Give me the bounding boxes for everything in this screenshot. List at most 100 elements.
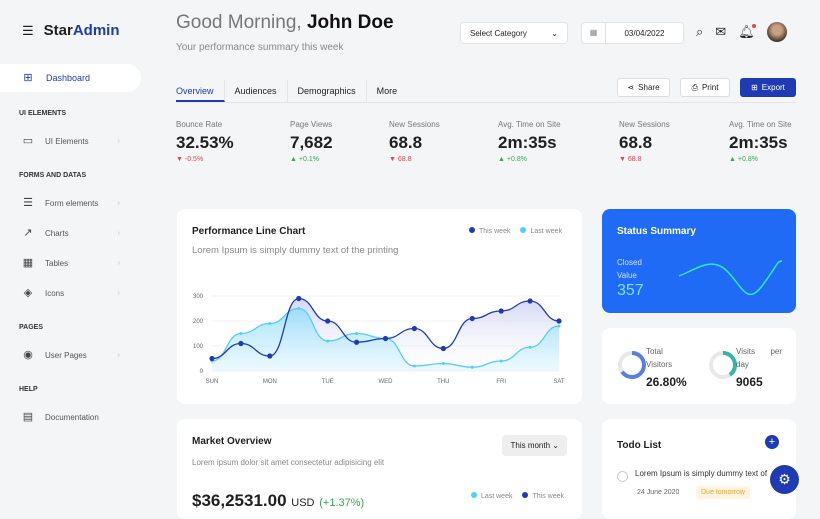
- subtitle: Your performance summary this week: [176, 42, 344, 53]
- tab-overview[interactable]: Overview: [176, 80, 225, 102]
- chevron-right-icon: ›: [117, 289, 120, 297]
- chevron-right-icon: ›: [117, 259, 120, 267]
- date-value: 03/04/2022: [624, 28, 665, 38]
- gear-icon: ⚙: [778, 471, 791, 487]
- share-button[interactable]: ⋖ Share: [617, 78, 670, 97]
- label: UI Elements: [45, 136, 89, 146]
- label: Documentation: [45, 412, 99, 422]
- stat-delta: ▼ 68.8: [389, 156, 412, 163]
- arrow-up-icon: ▲: [729, 156, 736, 163]
- x-tick-label: FRI: [496, 379, 506, 385]
- settings-fab[interactable]: ⚙: [770, 465, 799, 494]
- stat-delta: ▼ 68.8: [619, 156, 642, 163]
- logo[interactable]: StarAdmin: [44, 22, 120, 39]
- bell-icon[interactable]: 🔔︎: [738, 24, 756, 40]
- data-point: [527, 298, 533, 304]
- sparkline: [678, 260, 783, 296]
- chevron-right-icon: ›: [117, 229, 120, 237]
- sidebar-item-dashboard[interactable]: ⊞ Dashboard: [0, 64, 141, 92]
- card-title: Market Overview: [192, 436, 272, 447]
- x-tick-label: THU: [437, 379, 449, 385]
- document-icon: ▤: [22, 411, 34, 423]
- avatar[interactable]: [766, 22, 787, 42]
- stat-label: New Sessions: [389, 120, 440, 129]
- stats-row: Bounce Rate 32.53% ▼ -0.5% Page Views 7,682 ▲…: [176, 120, 796, 170]
- y-tick-label: 0: [200, 369, 204, 375]
- label: Tables: [45, 258, 69, 268]
- arrow-down-icon: ▼: [619, 156, 626, 163]
- stat-value: 68.8: [619, 133, 653, 152]
- sidebar-item-form-elements[interactable]: ☰ Form elements ›: [22, 197, 120, 209]
- print-button[interactable]: ⎙ Print: [680, 78, 730, 97]
- data-point: [382, 335, 389, 342]
- data-point: [557, 324, 561, 328]
- todo-checkbox[interactable]: [617, 471, 628, 482]
- data-point: [499, 359, 503, 363]
- tab-more[interactable]: More: [367, 80, 408, 102]
- x-tick-label: WED: [379, 379, 394, 385]
- arrow-down-icon: ▼: [389, 156, 396, 163]
- stat-item: New Sessions 68.8 ▼ 68.8: [389, 120, 440, 163]
- data-point: [441, 362, 445, 365]
- sidebar-item-icons[interactable]: ◈ Icons ›: [22, 287, 120, 299]
- period-dropdown[interactable]: This month ⌄: [502, 435, 567, 456]
- sidebar-item-user-pages[interactable]: ◉ User Pages ›: [22, 349, 120, 361]
- date-picker[interactable]: ▦ 03/04/2022: [581, 22, 684, 44]
- category-select[interactable]: Select Category ⌄: [460, 22, 568, 44]
- sidebar-item-documentation[interactable]: ▤ Documentation: [22, 411, 120, 423]
- status-summary-card: Status Summary Closed Value 357: [602, 209, 796, 313]
- stat-label: Avg. Time on Site: [498, 120, 561, 129]
- card-title: Status Summary: [617, 226, 696, 237]
- y-tick-label: 200: [193, 319, 204, 325]
- x-tick-label: SAT: [553, 379, 565, 385]
- market-legend: Last week This week: [470, 492, 564, 500]
- stat-item: Avg. Time on Site 2m:35s ▲ +0.8%: [498, 120, 561, 163]
- label: Dashboard: [46, 73, 91, 83]
- data-point: [268, 322, 272, 325]
- visits-per-day-value: 9065: [736, 375, 763, 389]
- sidebar: ☰ StarAdmin ⊞ Dashboard UI ELEMENTS ▭ UI El…: [0, 0, 160, 513]
- data-point: [297, 307, 301, 310]
- tab-demographics[interactable]: Demographics: [288, 80, 367, 102]
- brand: ☰ StarAdmin: [22, 22, 120, 39]
- stat-value: 7,682: [290, 133, 333, 152]
- user-icon: ◉: [23, 349, 33, 361]
- x-tick-label: TUE: [322, 379, 334, 385]
- data-point: [528, 345, 532, 349]
- stat-delta: ▼ -0.5%: [176, 156, 204, 163]
- data-point: [326, 339, 330, 343]
- visits-per-day-ring: [709, 351, 737, 379]
- stat-value: 68.8: [389, 133, 423, 152]
- list-icon: ☰: [23, 197, 33, 209]
- data-point: [296, 295, 302, 302]
- mail-icon[interactable]: ✉: [715, 24, 726, 40]
- total-visitors-value: 26.80%: [646, 375, 687, 389]
- todo-card: Todo List + Lorem Ipsum is simply dummy …: [602, 419, 796, 519]
- search-icon[interactable]: ⌕: [696, 24, 703, 40]
- menu-icon[interactable]: ☰: [22, 23, 34, 39]
- label: Icons: [45, 288, 65, 298]
- stat-delta: ▲ +0.1%: [290, 156, 319, 163]
- sidebar-item-ui-elements[interactable]: ▭ UI Elements ›: [22, 135, 120, 147]
- section-label: HELP: [19, 386, 38, 393]
- stat-item: Avg. Time on Site 2m:35s ▲ +0.8%: [729, 120, 792, 163]
- total-visitors-label: Total Visitors: [646, 347, 673, 369]
- y-tick-label: 300: [193, 294, 204, 300]
- arrow-down-icon: ▼: [176, 156, 183, 163]
- export-button[interactable]: ⊞ Export: [740, 78, 796, 97]
- section-label: UI ELEMENTS: [19, 110, 67, 117]
- sidebar-item-charts[interactable]: ↗ Charts ›: [22, 227, 120, 239]
- data-point: [325, 318, 331, 324]
- section-label: PAGES: [19, 324, 43, 331]
- chart-icon: ↗: [23, 227, 33, 239]
- tab-audiences[interactable]: Audiences: [225, 80, 288, 102]
- stat-label: Bounce Rate: [176, 120, 223, 129]
- calendar-icon: ▦: [582, 23, 606, 43]
- add-todo-button[interactable]: +: [765, 435, 779, 449]
- data-point: [411, 325, 418, 332]
- grid-icon: ⊞: [23, 72, 33, 84]
- sidebar-item-tables[interactable]: ▦ Tables ›: [22, 257, 120, 269]
- arrow-up-icon: ▲: [290, 156, 297, 163]
- data-point: [498, 308, 504, 314]
- data-point: [239, 332, 243, 335]
